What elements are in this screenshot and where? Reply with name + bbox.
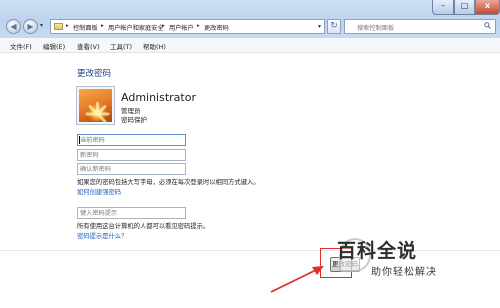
search-placeholder: 搜索控制面板: [357, 25, 395, 32]
address-bar[interactable]: ▸ 控制面板 ▸ 用户帐户和家庭安全 ▸ 用户帐户 ▸ 更改密码 ▾: [50, 19, 325, 34]
menu-edit[interactable]: 编辑(E): [43, 41, 65, 51]
breadcrumb-user-accounts-family-safety[interactable]: 用户帐户和家庭安全: [108, 23, 164, 32]
refresh-icon: ↻: [330, 21, 338, 31]
menu-view[interactable]: 查看(V): [77, 41, 100, 51]
hint-visibility-note: 所有使用这台计算机的人都可以看见密码提示。: [77, 223, 210, 230]
maximize-button[interactable]: □: [454, 0, 475, 15]
breadcrumb-change-password[interactable]: 更改密码: [204, 23, 229, 32]
forward-button[interactable]: ▶: [23, 19, 38, 34]
text-caret: [79, 136, 80, 144]
watermark-title: 百科全说: [337, 240, 418, 262]
what-is-password-hint-link[interactable]: 密码提示是什么？: [77, 231, 127, 240]
maximize-icon: □: [460, 1, 469, 10]
caps-lock-note: 如果您的密码包括大写字母，必须在每次登录时以相同方式键入。: [77, 179, 260, 186]
breadcrumb-separator[interactable]: ▸: [197, 23, 200, 29]
annotation-arrow-icon: [270, 266, 324, 293]
refresh-button[interactable]: ↻: [327, 19, 341, 34]
watermark-subtitle: 助你轻松解决: [371, 267, 437, 278]
page-title: 更改密码: [77, 69, 112, 79]
menu-bar: 文件(F) 编辑(E) 查看(V) 工具(T) 帮助(H): [0, 38, 500, 53]
recent-pages-dropdown[interactable]: ▾: [40, 22, 43, 29]
minimize-button[interactable]: –: [432, 0, 454, 15]
flower-petal: [85, 112, 98, 116]
breadcrumb-separator: ▸: [66, 23, 69, 29]
menu-help[interactable]: 帮助(H): [143, 41, 166, 51]
forward-arrow-icon: ▶: [27, 22, 34, 31]
baike-watermark: 百科全说 助你轻松解决: [325, 234, 500, 282]
confirm-password-field[interactable]: [77, 163, 186, 175]
menu-file[interactable]: 文件(F): [10, 41, 32, 51]
breadcrumb-control-panel[interactable]: 控制面板: [73, 23, 98, 32]
title-bar: ◀ ▶ ▾ ▸ 控制面板 ▸ 用户帐户和家庭安全 ▸ 用户帐户 ▸ 更改密码 ▾…: [0, 0, 500, 38]
create-strong-password-link[interactable]: 如何创建强密码: [77, 187, 121, 196]
breadcrumb-separator[interactable]: ▸: [162, 23, 165, 29]
user-avatar: [76, 86, 115, 125]
address-history-dropdown[interactable]: ▾: [318, 23, 321, 30]
current-password-field[interactable]: [77, 134, 186, 146]
minimize-icon: –: [441, 1, 445, 10]
back-arrow-icon: ◀: [10, 22, 17, 31]
control-panel-icon: [54, 23, 63, 30]
breadcrumb-user-accounts[interactable]: 用户帐户: [169, 23, 194, 32]
account-name: Administrator: [121, 91, 196, 104]
account-status: 密码保护: [121, 116, 147, 124]
close-icon: x: [484, 1, 491, 10]
menu-tools[interactable]: 工具(T): [110, 41, 132, 51]
new-password-field[interactable]: [77, 149, 186, 161]
search-box[interactable]: 搜索控制面板: [344, 19, 496, 34]
close-button[interactable]: x: [475, 0, 500, 15]
back-button[interactable]: ◀: [6, 19, 21, 34]
password-hint-field[interactable]: [77, 207, 186, 219]
breadcrumb-separator[interactable]: ▸: [101, 23, 104, 29]
search-icon: [484, 22, 491, 29]
